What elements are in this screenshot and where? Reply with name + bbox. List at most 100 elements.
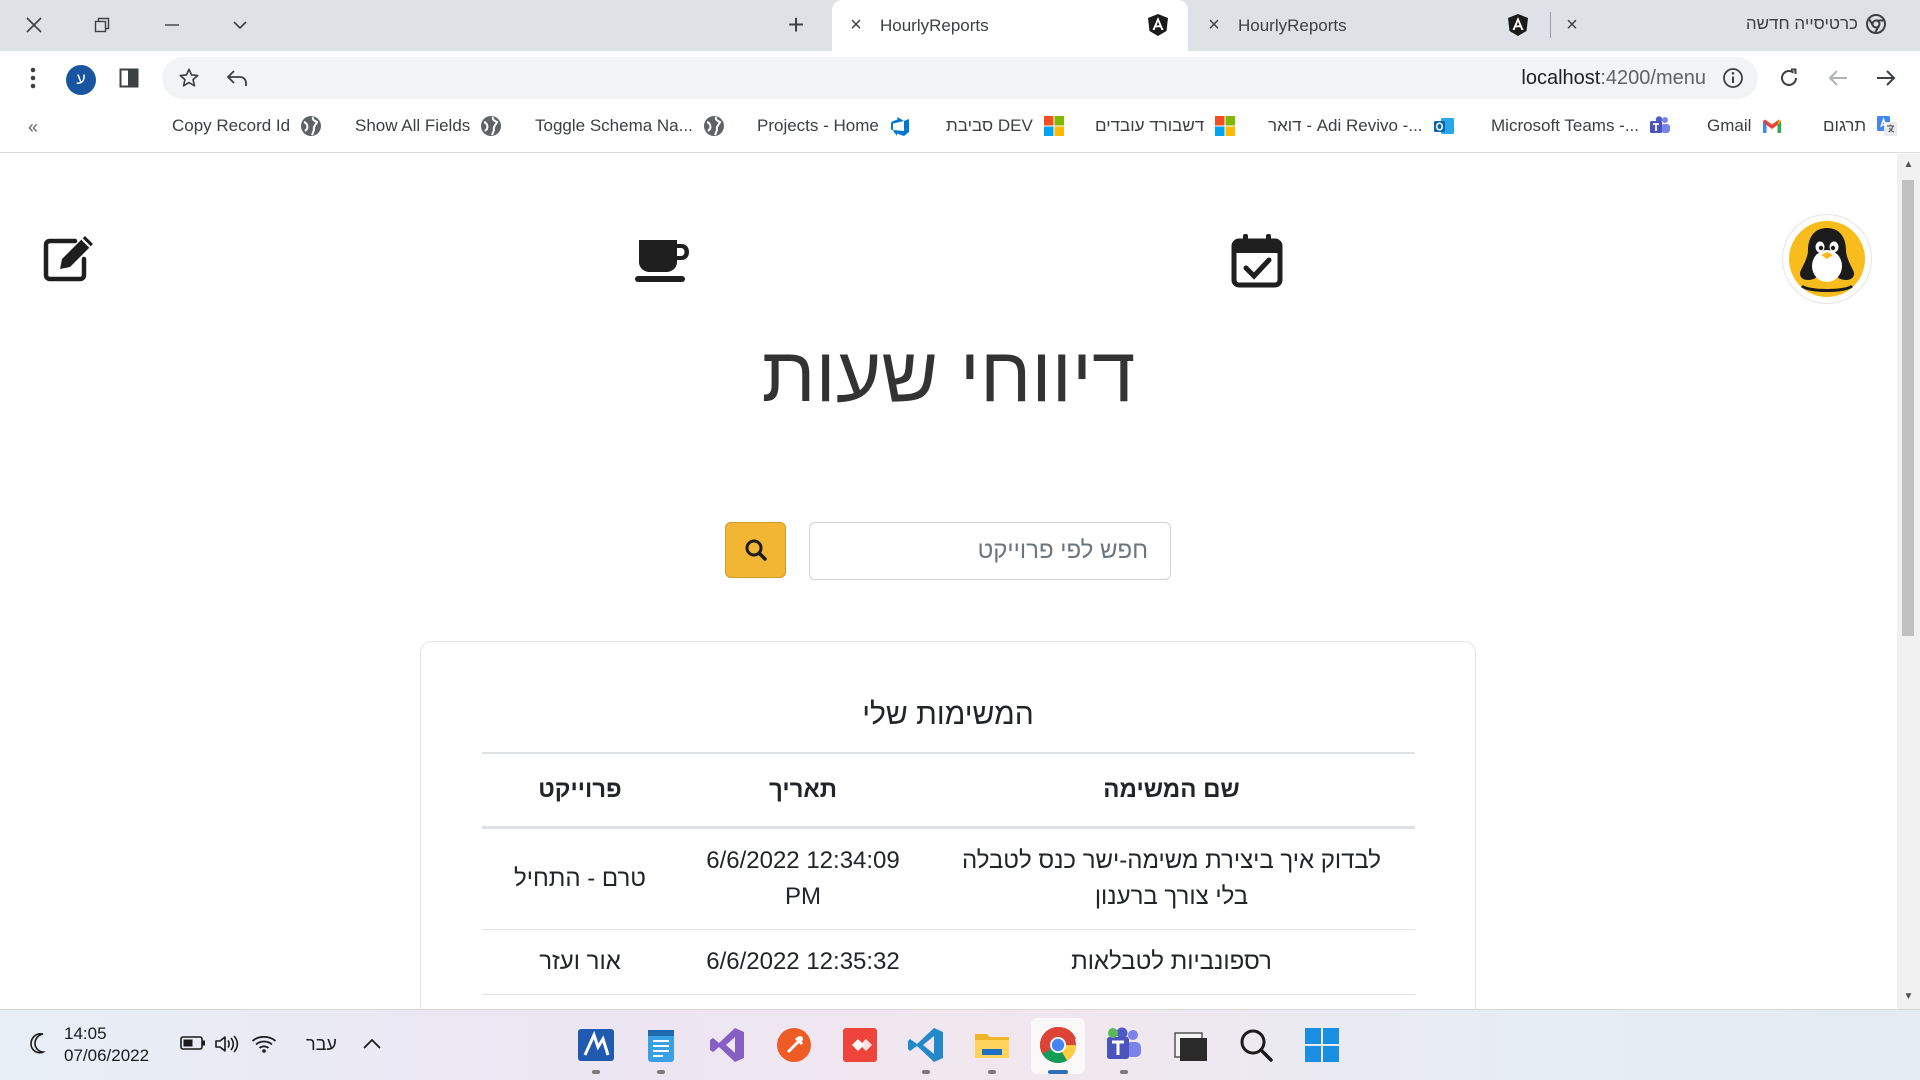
tasks-table: שם המשימה תאריך פרוייקט לבדוק איך ביצירת… <box>482 752 1415 995</box>
clock[interactable]: 14:05 07/06/2022 <box>64 1023 149 1067</box>
globe-icon <box>703 116 724 136</box>
clock-date: 07/06/2022 <box>64 1046 150 1065</box>
clock-time: 14:05 <box>64 1024 107 1043</box>
azure-data-studio-icon[interactable] <box>576 1025 616 1065</box>
menu-kebab-icon[interactable] <box>18 63 48 93</box>
column-header-date[interactable]: תאריך <box>678 752 928 829</box>
tab-hourlyreports[interactable]: × HourlyReports <box>1190 0 1550 51</box>
back-arrow-icon[interactable] <box>1823 63 1853 93</box>
search-button[interactable] <box>725 522 786 578</box>
scrollbar-thumb[interactable] <box>1902 180 1914 636</box>
bookmark-projects-home[interactable]: Projects - Home <box>757 115 911 137</box>
close-tab-icon[interactable]: × <box>1558 0 1598 51</box>
close-tab-icon[interactable]: × <box>842 14 870 37</box>
reload-icon[interactable] <box>1774 63 1804 93</box>
scroll-up-arrow-icon[interactable]: ▲ <box>1902 158 1915 171</box>
tab-title: HourlyReports <box>1238 15 1347 35</box>
chrome-icon[interactable] <box>1038 1025 1078 1065</box>
bookmark-show-all-fields[interactable]: Show All Fields <box>355 115 502 137</box>
angular-icon <box>1508 14 1528 36</box>
profile-avatar[interactable]: ע <box>66 65 96 95</box>
windows-start-icon[interactable] <box>1302 1025 1342 1065</box>
teams-icon[interactable] <box>1104 1025 1144 1065</box>
translate-icon <box>1877 116 1898 136</box>
task-project-cell: טרם - התחיל <box>482 827 678 930</box>
outlook-icon <box>1433 118 1454 134</box>
search-icon <box>745 539 767 561</box>
tab-hourlyreports-active[interactable]: × HourlyReports <box>832 0 1188 51</box>
bookmark-toggle-schema[interactable]: Toggle Schema Na... <box>535 115 725 137</box>
bookmark-dev-env[interactable]: סביבת DEV <box>946 115 1065 137</box>
bookmarks-bar: « Copy Record Id Show All Fields Toggle … <box>0 105 1920 153</box>
bookmark-microsoft-teams[interactable]: Microsoft Teams -... <box>1491 115 1671 137</box>
focus-moon-icon[interactable] <box>30 1032 50 1060</box>
angular-icon <box>1148 14 1168 36</box>
new-tab-button[interactable]: + <box>780 10 812 42</box>
postman-icon[interactable] <box>774 1025 814 1065</box>
site-info-icon[interactable] <box>1718 63 1748 93</box>
bookmarks-overflow-icon[interactable]: « <box>28 117 38 138</box>
browser-toolbar: ע localhost:4200/menu <box>0 51 1920 105</box>
azure-devops-icon <box>890 117 909 136</box>
my-tasks-title: המשימות שלי <box>862 698 1034 731</box>
gmail-icon <box>1763 119 1782 133</box>
page-content: דיווחי שעות המשימות שלי שם המשימה תאריך … <box>0 154 1897 1009</box>
close-tab-icon[interactable]: × <box>1200 14 1228 37</box>
task-date-cell: 6/6/2022 12:35:32 <box>678 929 928 995</box>
battery-icon[interactable] <box>180 1034 206 1057</box>
forward-arrow-icon[interactable] <box>1871 63 1901 93</box>
bookmark-gmail[interactable]: Gmail <box>1707 115 1783 137</box>
tab-new-tab[interactable]: כרטיסייה חדשה <box>1746 14 1886 34</box>
page-scrollbar[interactable]: ▲ ▼ <box>1897 154 1920 1009</box>
task-name-cell: לבדוק איך ביצירת משימה-ישר כנס לטבלה בלי… <box>928 827 1415 930</box>
calendar-check-icon[interactable] <box>1231 232 1283 293</box>
bookmark-star-icon[interactable] <box>174 63 204 93</box>
notepad-icon[interactable] <box>641 1025 681 1065</box>
side-panel-icon[interactable] <box>114 63 144 93</box>
wifi-icon[interactable] <box>251 1034 277 1060</box>
anydesk-icon[interactable] <box>840 1025 880 1065</box>
my-tasks-card: המשימות שלי שם המשימה תאריך פרוייקט לבדו… <box>420 641 1476 1009</box>
table-row[interactable]: רספונביות לטבלאות 6/6/2022 12:35:32 אור … <box>482 929 1415 995</box>
restore-window-icon[interactable] <box>76 8 128 42</box>
penguin-logo-icon[interactable] <box>1782 214 1872 304</box>
globe-icon <box>481 116 502 136</box>
bookmark-copy-record-id[interactable]: Copy Record Id <box>172 115 322 137</box>
task-project-cell: אור ועזר <box>482 929 678 995</box>
bookmark-translate[interactable]: תרגום <box>1823 115 1898 137</box>
vscode-icon[interactable] <box>906 1025 946 1065</box>
page-title: דיווחי שעות <box>761 330 1136 418</box>
file-explorer-icon[interactable] <box>972 1025 1012 1065</box>
column-header-project[interactable]: פרוייקט <box>482 752 678 829</box>
tray-chevron-up-icon[interactable] <box>362 1034 382 1057</box>
visual-studio-icon[interactable] <box>707 1025 747 1065</box>
browser-tab-bar: + × HourlyReports × HourlyReports × כרטי… <box>0 0 1920 51</box>
coffee-icon[interactable] <box>635 236 691 289</box>
address-bar[interactable]: localhost:4200/menu <box>162 57 1758 99</box>
chrome-icon <box>1866 14 1886 34</box>
bookmark-employees-dashboard[interactable]: דשבורד עובדים <box>1095 115 1236 137</box>
microsoft-icon <box>1215 116 1236 136</box>
close-window-icon[interactable] <box>8 8 60 42</box>
terminal-icon[interactable] <box>1170 1025 1210 1065</box>
input-language[interactable]: עבר <box>306 1034 337 1055</box>
search-icon[interactable] <box>1236 1025 1276 1065</box>
url-text: localhost:4200/menu <box>1521 67 1706 89</box>
task-name-cell: רספונביות לטבלאות <box>928 929 1415 995</box>
scroll-down-arrow-icon[interactable]: ▼ <box>1902 990 1915 1003</box>
table-header-row: שם המשימה תאריך פרוייקט <box>482 752 1415 829</box>
table-row[interactable]: לבדוק איך ביצירת משימה-ישר כנס לטבלה בלי… <box>482 827 1415 930</box>
microsoft-icon <box>1043 116 1064 136</box>
minimize-window-icon[interactable] <box>146 8 198 42</box>
edit-icon[interactable] <box>42 233 98 288</box>
new-tab-title: כרטיסייה חדשה <box>1745 14 1858 33</box>
tab-title: HourlyReports <box>880 15 989 35</box>
globe-icon <box>301 116 322 136</box>
tab-search-chevron-icon[interactable] <box>214 8 266 42</box>
bookmark-outlook-mail[interactable]: דואר - Adi Revivo -... <box>1268 115 1455 137</box>
column-header-task-name[interactable]: שם המשימה <box>928 752 1415 829</box>
share-icon[interactable] <box>222 63 252 93</box>
teams-icon <box>1650 116 1670 133</box>
volume-icon[interactable] <box>214 1034 240 1060</box>
project-search-input[interactable] <box>809 522 1171 580</box>
